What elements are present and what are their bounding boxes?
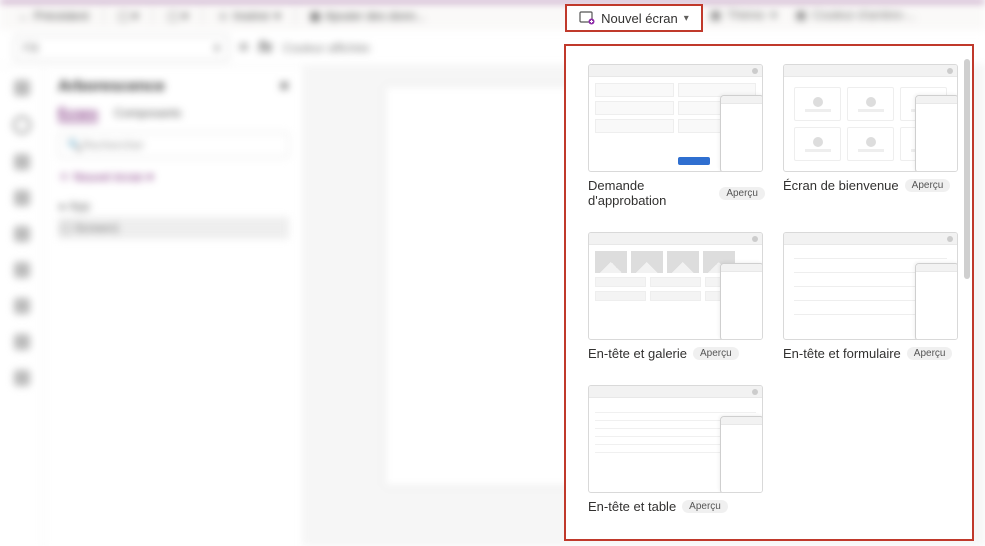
preview-badge: Aperçu xyxy=(905,179,951,192)
template-thumb xyxy=(783,64,958,172)
template-welcome[interactable]: Écran de bienvenue Aperçu xyxy=(783,64,960,208)
dropdown-scrollbar[interactable] xyxy=(964,49,970,536)
preview-badge: Aperçu xyxy=(693,347,739,360)
template-header-form[interactable]: En-tête et formulaire Aperçu xyxy=(783,232,960,361)
template-name: Demande d'approbation xyxy=(588,178,713,208)
template-approval[interactable]: Demande d'approbation Aperçu xyxy=(588,64,765,208)
preview-badge: Aperçu xyxy=(682,500,728,513)
template-thumb xyxy=(588,385,763,493)
template-header-table[interactable]: En-tête et table Aperçu xyxy=(588,385,765,514)
template-thumb xyxy=(783,232,958,340)
preview-badge: Aperçu xyxy=(719,187,765,200)
new-screen-icon xyxy=(579,10,595,26)
template-name: En-tête et galerie xyxy=(588,346,687,361)
template-name: Écran de bienvenue xyxy=(783,178,899,193)
preview-badge: Aperçu xyxy=(907,347,953,360)
template-thumb xyxy=(588,232,763,340)
template-name: En-tête et table xyxy=(588,499,676,514)
template-thumb xyxy=(588,64,763,172)
chevron-down-icon: ▾ xyxy=(684,13,689,24)
template-name: En-tête et formulaire xyxy=(783,346,901,361)
new-screen-label: Nouvel écran xyxy=(601,11,678,26)
new-screen-dropdown: Demande d'approbation Aperçu Écran de bi… xyxy=(564,44,974,541)
new-screen-button[interactable]: Nouvel écran ▾ xyxy=(565,4,703,32)
template-header-gallery[interactable]: En-tête et galerie Aperçu xyxy=(588,232,765,361)
